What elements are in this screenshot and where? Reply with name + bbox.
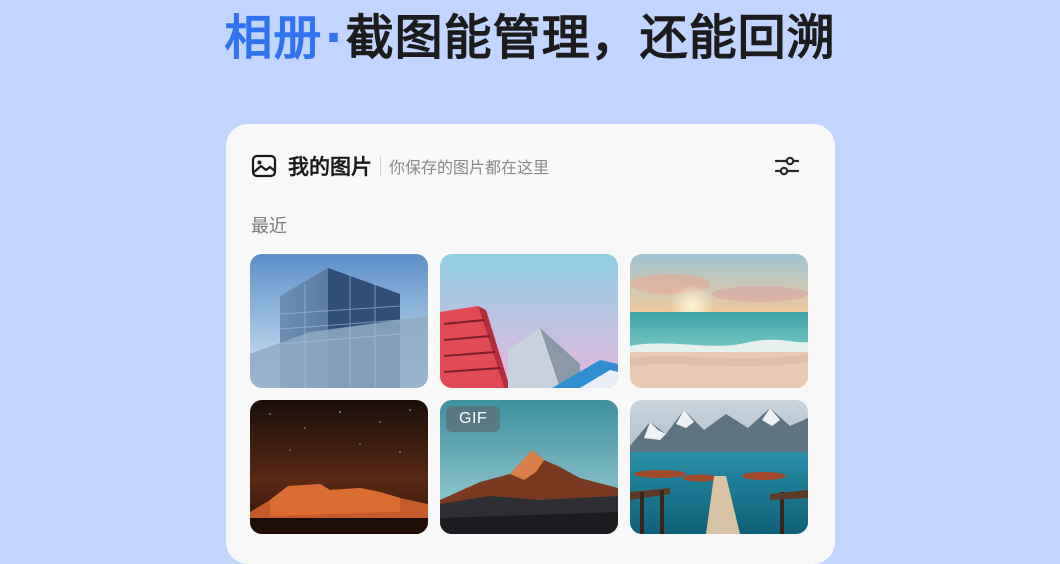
headline-separator: · bbox=[324, 10, 344, 66]
title-divider bbox=[380, 156, 381, 176]
sliders-icon bbox=[774, 156, 800, 176]
mountain-sunset-photo[interactable]: GIF bbox=[440, 400, 618, 534]
colorful-buildings-photo[interactable] bbox=[440, 254, 618, 388]
card-subtitle: 你保存的图片都在这里 bbox=[389, 158, 550, 177]
filter-button[interactable] bbox=[773, 152, 801, 180]
image-icon bbox=[250, 152, 278, 180]
beach-sunset-photo[interactable] bbox=[630, 254, 808, 388]
my-pictures-card: 我的图片 你保存的图片都在这里 最近 GIF bbox=[226, 124, 835, 564]
night-rock-photo[interactable] bbox=[250, 400, 428, 534]
card-header: 我的图片 你保存的图片都在这里 bbox=[250, 150, 549, 182]
lake-pier-photo[interactable] bbox=[630, 400, 808, 534]
headline-text: 截图能管理，还能回溯 bbox=[345, 10, 836, 66]
headline: 相册·截图能管理，还能回溯 bbox=[0, 6, 1060, 70]
gif-badge: GIF bbox=[446, 406, 501, 432]
headline-accent: 相册 bbox=[224, 10, 323, 66]
card-title: 我的图片 bbox=[288, 155, 372, 179]
recent-section-label: 最近 bbox=[251, 216, 287, 237]
glass-building-photo[interactable] bbox=[250, 254, 428, 388]
photo-grid: GIF bbox=[250, 254, 812, 534]
